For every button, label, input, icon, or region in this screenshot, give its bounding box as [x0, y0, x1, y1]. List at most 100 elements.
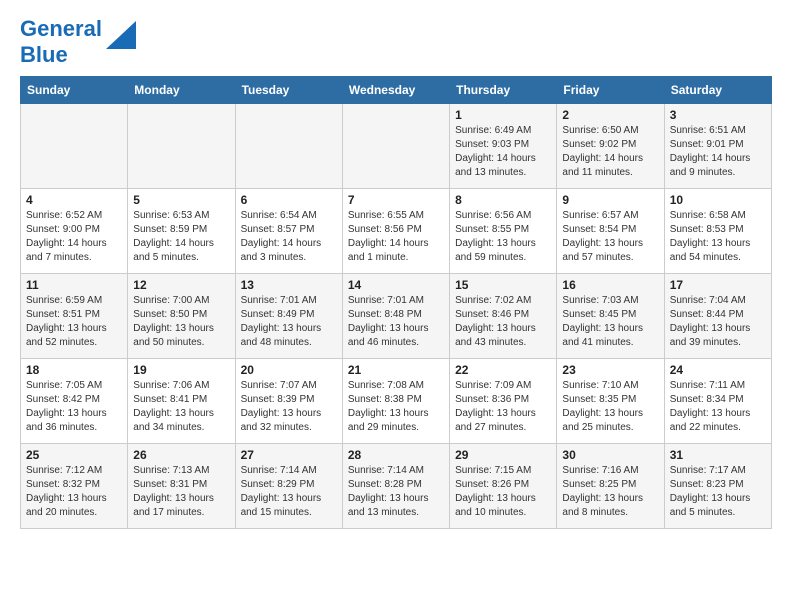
day-info: Sunrise: 6:54 AM Sunset: 8:57 PM Dayligh…	[241, 209, 337, 265]
day-number: 15	[455, 278, 551, 292]
day-info: Sunrise: 7:14 AM Sunset: 8:29 PM Dayligh…	[241, 464, 337, 520]
day-info: Sunrise: 7:01 AM Sunset: 8:49 PM Dayligh…	[241, 294, 337, 350]
calendar-cell-week1-day3	[235, 104, 342, 189]
day-info: Sunrise: 7:12 AM Sunset: 8:32 PM Dayligh…	[26, 464, 122, 520]
page-header: GeneralBlue	[20, 16, 772, 68]
day-info: Sunrise: 6:59 AM Sunset: 8:51 PM Dayligh…	[26, 294, 122, 350]
day-info: Sunrise: 7:17 AM Sunset: 8:23 PM Dayligh…	[670, 464, 766, 520]
day-info: Sunrise: 6:57 AM Sunset: 8:54 PM Dayligh…	[562, 209, 658, 265]
calendar-cell-week1-day7: 3 Sunrise: 6:51 AM Sunset: 9:01 PM Daylig…	[664, 104, 771, 189]
weekday-header-tuesday: Tuesday	[235, 77, 342, 104]
day-number: 6	[241, 193, 337, 207]
day-number: 3	[670, 108, 766, 122]
calendar-week-2: 4Sunrise: 6:52 AM Sunset: 9:00 PM Daylig…	[21, 189, 772, 274]
day-number: 16	[562, 278, 658, 292]
day-number: 21	[348, 363, 444, 377]
calendar-cell-week4-day7: 24 Sunrise: 7:11 AM Sunset: 8:34 PM Dayli…	[664, 359, 771, 444]
logo-text: GeneralBlue	[20, 16, 102, 68]
day-info: Sunrise: 7:05 AM Sunset: 8:42 PM Dayligh…	[26, 379, 122, 435]
day-info: Sunrise: 7:06 AM Sunset: 8:41 PM Dayligh…	[133, 379, 229, 435]
day-number: 10	[670, 193, 766, 207]
day-info: Sunrise: 7:04 AM Sunset: 8:44 PM Dayligh…	[670, 294, 766, 350]
day-number: 12	[133, 278, 229, 292]
calendar-cell-week3-day3: 13 Sunrise: 7:01 AM Sunset: 8:49 PM Dayli…	[235, 274, 342, 359]
weekday-header-wednesday: Wednesday	[342, 77, 449, 104]
calendar-cell-week2-day6: 9 Sunrise: 6:57 AM Sunset: 8:54 PM Daylig…	[557, 189, 664, 274]
calendar-cell-week3-day5: 15Sunrise: 7:02 AM Sunset: 8:46 PM Dayli…	[450, 274, 557, 359]
day-info: Sunrise: 7:15 AM Sunset: 8:26 PM Dayligh…	[455, 464, 551, 520]
calendar-week-1: 1 Sunrise: 6:49 AM Sunset: 9:03 PM Daylig…	[21, 104, 772, 189]
day-number: 26	[133, 448, 229, 462]
calendar-cell-week3-day7: 17 Sunrise: 7:04 AM Sunset: 8:44 PM Dayli…	[664, 274, 771, 359]
day-info: Sunrise: 7:14 AM Sunset: 8:28 PM Dayligh…	[348, 464, 444, 520]
day-info: Sunrise: 6:55 AM Sunset: 8:56 PM Dayligh…	[348, 209, 444, 265]
day-number: 19	[133, 363, 229, 377]
logo-icon	[106, 21, 136, 49]
day-number: 13	[241, 278, 337, 292]
day-number: 18	[26, 363, 122, 377]
calendar-cell-week2-day5: 8 Sunrise: 6:56 AM Sunset: 8:55 PM Daylig…	[450, 189, 557, 274]
calendar-cell-week2-day3: 6 Sunrise: 6:54 AM Sunset: 8:57 PM Daylig…	[235, 189, 342, 274]
calendar-cell-week5-day5: 29 Sunrise: 7:15 AM Sunset: 8:26 PM Dayli…	[450, 444, 557, 529]
calendar-cell-week4-day5: 22Sunrise: 7:09 AM Sunset: 8:36 PM Dayli…	[450, 359, 557, 444]
calendar-table: SundayMondayTuesdayWednesdayThursdayFrid…	[20, 76, 772, 529]
day-info: Sunrise: 7:10 AM Sunset: 8:35 PM Dayligh…	[562, 379, 658, 435]
day-info: Sunrise: 6:52 AM Sunset: 9:00 PM Dayligh…	[26, 209, 122, 265]
day-info: Sunrise: 6:49 AM Sunset: 9:03 PM Dayligh…	[455, 124, 551, 180]
day-info: Sunrise: 6:50 AM Sunset: 9:02 PM Dayligh…	[562, 124, 658, 180]
calendar-cell-week2-day2: 5 Sunrise: 6:53 AM Sunset: 8:59 PM Daylig…	[128, 189, 235, 274]
calendar-cell-week4-day6: 23Sunrise: 7:10 AM Sunset: 8:35 PM Dayli…	[557, 359, 664, 444]
weekday-header-row: SundayMondayTuesdayWednesdayThursdayFrid…	[21, 77, 772, 104]
day-info: Sunrise: 7:01 AM Sunset: 8:48 PM Dayligh…	[348, 294, 444, 350]
calendar-cell-week3-day6: 16 Sunrise: 7:03 AM Sunset: 8:45 PM Dayli…	[557, 274, 664, 359]
weekday-header-sunday: Sunday	[21, 77, 128, 104]
calendar-week-5: 25 Sunrise: 7:12 AM Sunset: 8:32 PM Dayli…	[21, 444, 772, 529]
weekday-header-thursday: Thursday	[450, 77, 557, 104]
calendar-cell-week1-day5: 1 Sunrise: 6:49 AM Sunset: 9:03 PM Daylig…	[450, 104, 557, 189]
calendar-cell-week5-day1: 25 Sunrise: 7:12 AM Sunset: 8:32 PM Dayli…	[21, 444, 128, 529]
day-number: 5	[133, 193, 229, 207]
day-info: Sunrise: 7:08 AM Sunset: 8:38 PM Dayligh…	[348, 379, 444, 435]
day-info: Sunrise: 7:16 AM Sunset: 8:25 PM Dayligh…	[562, 464, 658, 520]
calendar-cell-week1-day6: 2 Sunrise: 6:50 AM Sunset: 9:02 PM Daylig…	[557, 104, 664, 189]
day-number: 31	[670, 448, 766, 462]
calendar-cell-week2-day4: 7 Sunrise: 6:55 AM Sunset: 8:56 PM Daylig…	[342, 189, 449, 274]
day-number: 20	[241, 363, 337, 377]
calendar-week-4: 18 Sunrise: 7:05 AM Sunset: 8:42 PM Dayli…	[21, 359, 772, 444]
day-info: Sunrise: 6:53 AM Sunset: 8:59 PM Dayligh…	[133, 209, 229, 265]
day-number: 30	[562, 448, 658, 462]
day-number: 29	[455, 448, 551, 462]
calendar-cell-week5-day6: 30 Sunrise: 7:16 AM Sunset: 8:25 PM Dayli…	[557, 444, 664, 529]
calendar-cell-week4-day4: 21 Sunrise: 7:08 AM Sunset: 8:38 PM Dayli…	[342, 359, 449, 444]
logo: GeneralBlue	[20, 16, 136, 68]
day-info: Sunrise: 7:11 AM Sunset: 8:34 PM Dayligh…	[670, 379, 766, 435]
day-number: 9	[562, 193, 658, 207]
calendar-cell-week2-day1: 4Sunrise: 6:52 AM Sunset: 9:00 PM Daylig…	[21, 189, 128, 274]
calendar-cell-week1-day4	[342, 104, 449, 189]
day-number: 1	[455, 108, 551, 122]
day-number: 25	[26, 448, 122, 462]
calendar-cell-week4-day1: 18 Sunrise: 7:05 AM Sunset: 8:42 PM Dayli…	[21, 359, 128, 444]
day-info: Sunrise: 6:56 AM Sunset: 8:55 PM Dayligh…	[455, 209, 551, 265]
day-number: 14	[348, 278, 444, 292]
day-info: Sunrise: 7:00 AM Sunset: 8:50 PM Dayligh…	[133, 294, 229, 350]
day-info: Sunrise: 6:51 AM Sunset: 9:01 PM Dayligh…	[670, 124, 766, 180]
day-info: Sunrise: 7:13 AM Sunset: 8:31 PM Dayligh…	[133, 464, 229, 520]
day-info: Sunrise: 7:03 AM Sunset: 8:45 PM Dayligh…	[562, 294, 658, 350]
day-number: 8	[455, 193, 551, 207]
calendar-cell-week3-day4: 14 Sunrise: 7:01 AM Sunset: 8:48 PM Dayli…	[342, 274, 449, 359]
calendar-cell-week2-day7: 10 Sunrise: 6:58 AM Sunset: 8:53 PM Dayli…	[664, 189, 771, 274]
day-info: Sunrise: 7:07 AM Sunset: 8:39 PM Dayligh…	[241, 379, 337, 435]
day-number: 17	[670, 278, 766, 292]
weekday-header-saturday: Saturday	[664, 77, 771, 104]
day-info: Sunrise: 6:58 AM Sunset: 8:53 PM Dayligh…	[670, 209, 766, 265]
day-number: 7	[348, 193, 444, 207]
day-number: 11	[26, 278, 122, 292]
calendar-cell-week3-day1: 11 Sunrise: 6:59 AM Sunset: 8:51 PM Dayli…	[21, 274, 128, 359]
calendar-cell-week4-day2: 19 Sunrise: 7:06 AM Sunset: 8:41 PM Dayli…	[128, 359, 235, 444]
calendar-cell-week1-day1	[21, 104, 128, 189]
day-number: 2	[562, 108, 658, 122]
weekday-header-monday: Monday	[128, 77, 235, 104]
day-number: 24	[670, 363, 766, 377]
calendar-cell-week3-day2: 12 Sunrise: 7:00 AM Sunset: 8:50 PM Dayli…	[128, 274, 235, 359]
